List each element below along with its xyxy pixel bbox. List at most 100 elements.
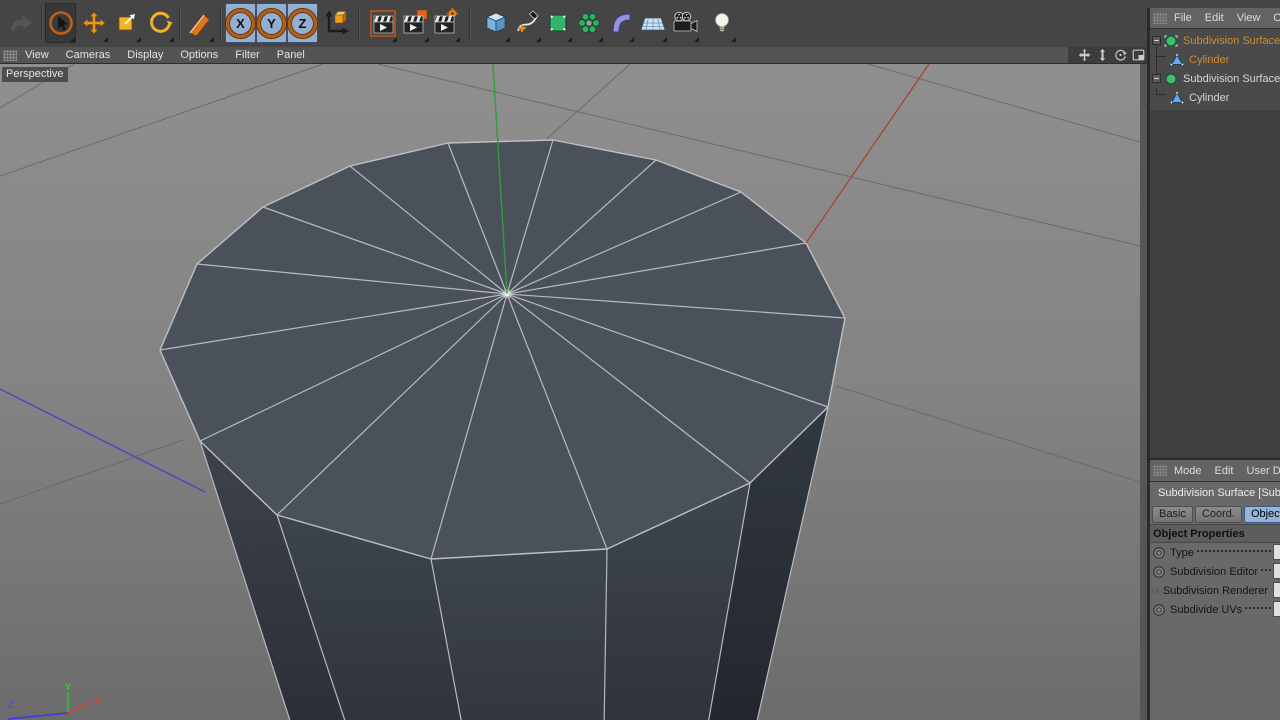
add-subdivision-surface-button[interactable] <box>542 3 573 43</box>
section-title: Object Properties <box>1153 527 1245 540</box>
property-row-subdivision-renderer[interactable]: Subdivision Renderer <box>1150 581 1280 600</box>
tree-row-cylinder-2[interactable]: Cylinder <box>1150 88 1280 107</box>
object-title: Subdivision Surface [Subdivision Surface… <box>1158 487 1280 499</box>
clipped-value-control[interactable] <box>1273 544 1280 560</box>
gizmo-y-label: Y <box>65 682 71 692</box>
clipped-value-control[interactable] <box>1273 563 1280 579</box>
keyframe-circle-icon[interactable] <box>1152 565 1166 579</box>
rotate-button[interactable] <box>144 3 175 43</box>
cylinder-icon <box>1170 53 1184 66</box>
property-row-subdivision-editor[interactable]: Subdivision Editor <box>1150 562 1280 581</box>
tree-row-subdivision-surface-1[interactable]: Subdivision Surface.1 <box>1150 31 1280 50</box>
tree-item-label: Cylinder <box>1189 53 1230 66</box>
attribute-tabs: Basic Coord. Object <box>1150 504 1280 524</box>
perspective-viewport[interactable]: Y X Z Perspective <box>0 64 1140 720</box>
grip-icon[interactable] <box>3 49 17 61</box>
add-cube-button[interactable] <box>480 3 511 43</box>
viewport-scene: Y X Z <box>0 64 1140 720</box>
cinema4d-window: X Y Z View Cameras Display Options Filte… <box>0 0 1280 720</box>
menu-filter[interactable]: Filter <box>235 49 259 61</box>
grip-icon[interactable] <box>1153 12 1167 24</box>
property-label: Subdivision Editor <box>1170 565 1259 578</box>
coordinate-system-icon <box>325 10 349 35</box>
add-spline-icon <box>516 10 539 32</box>
om-menu-objects[interactable]: Objects <box>1273 12 1280 24</box>
object-title-row: Subdivision Surface [Subdivision Surface… <box>1150 482 1280 504</box>
menu-options[interactable]: Options <box>180 49 218 61</box>
attribute-manager-menubar: Mode Edit User Data <box>1150 458 1280 482</box>
clipped-value-control[interactable] <box>1273 601 1280 617</box>
scale-button[interactable] <box>111 3 142 43</box>
object-manager-tree: Subdivision Surface.1 Cylinder Subdivisi… <box>1150 29 1280 110</box>
subdivision-surface-icon <box>1164 35 1178 46</box>
section-header[interactable]: Object Properties <box>1150 524 1280 543</box>
menu-view[interactable]: View <box>25 49 49 61</box>
menu-panel[interactable]: Panel <box>277 49 305 61</box>
lock-x-button[interactable]: X <box>225 3 256 43</box>
live-selection-button[interactable] <box>45 3 76 43</box>
collapse-icon[interactable] <box>1152 36 1161 45</box>
main-toolbar: X Y Z <box>0 0 1280 48</box>
keyframe-circle-icon[interactable] <box>1152 584 1159 598</box>
render-view-button[interactable] <box>367 3 398 43</box>
add-bend-button[interactable] <box>604 3 635 43</box>
collapse-icon[interactable] <box>1152 74 1161 83</box>
attribute-manager-body: Subdivision Surface [Subdivision Surface… <box>1150 482 1280 720</box>
dolly-icon[interactable] <box>1095 48 1110 62</box>
property-row-type[interactable]: Type <box>1150 543 1280 562</box>
attribute-manager: Mode Edit User Data Subdivision Surface … <box>1150 458 1280 720</box>
add-camera-button[interactable] <box>669 3 700 43</box>
toggle-view-icon[interactable] <box>1131 48 1146 62</box>
dotted-leader <box>1196 549 1271 552</box>
knife-icon <box>188 14 210 37</box>
gizmo-x-label: X <box>94 696 100 706</box>
tree-branch-connector <box>1156 50 1166 57</box>
menu-display[interactable]: Display <box>127 49 163 61</box>
am-menu-user-data[interactable]: User Data <box>1247 465 1280 477</box>
dotted-leader <box>1245 606 1271 609</box>
panel-resize-gutter[interactable] <box>1140 64 1147 720</box>
add-array-icon <box>577 13 600 33</box>
lock-z-button[interactable]: Z <box>287 3 318 43</box>
knife-button[interactable] <box>184 3 215 43</box>
right-panel: File Edit View Objects <box>1150 8 1280 720</box>
tree-row-subdivision-surface-2[interactable]: Subdivision Surface <box>1150 69 1280 88</box>
clipped-value-control[interactable] <box>1273 582 1280 598</box>
menu-cameras[interactable]: Cameras <box>66 49 111 61</box>
property-label: Subdivide UVs <box>1170 603 1243 616</box>
tree-row-cylinder-1[interactable]: Cylinder <box>1150 50 1280 69</box>
add-array-button[interactable] <box>573 3 604 43</box>
orbit-icon[interactable] <box>1113 48 1128 62</box>
am-menu-mode[interactable]: Mode <box>1174 465 1202 477</box>
tab-object[interactable]: Object <box>1243 505 1280 523</box>
keyframe-circle-icon[interactable] <box>1152 546 1166 560</box>
render-picture-viewer-button[interactable] <box>399 3 430 43</box>
render-picture-viewer-icon <box>403 9 427 34</box>
keyframe-circle-icon[interactable] <box>1152 603 1166 617</box>
coordinate-system-button[interactable] <box>319 3 350 43</box>
add-light-button[interactable] <box>706 3 737 43</box>
redo-button[interactable] <box>4 3 35 43</box>
move-icon <box>82 11 105 35</box>
add-camera-icon <box>673 11 697 33</box>
render-view-icon <box>369 10 396 37</box>
pan-icon[interactable] <box>1077 48 1092 62</box>
live-selection-icon <box>48 11 73 35</box>
tree-branch-connector <box>1156 88 1166 95</box>
add-floor-button[interactable] <box>637 3 668 43</box>
add-spline-button[interactable] <box>511 3 542 43</box>
grip-icon[interactable] <box>1153 465 1167 476</box>
tab-basic[interactable]: Basic <box>1152 505 1193 523</box>
move-button[interactable] <box>78 3 109 43</box>
view-label[interactable]: Perspective <box>2 67 69 82</box>
om-menu-view[interactable]: View <box>1237 12 1261 24</box>
redo-icon <box>10 15 32 31</box>
am-menu-edit[interactable]: Edit <box>1215 465 1234 477</box>
om-menu-edit[interactable]: Edit <box>1205 12 1224 24</box>
render-settings-button[interactable] <box>430 3 461 43</box>
lock-y-button[interactable]: Y <box>256 3 287 43</box>
property-row-subdivide-uvs[interactable]: Subdivide UVs <box>1150 600 1280 619</box>
add-subdivision-surface-icon <box>549 14 566 32</box>
om-menu-file[interactable]: File <box>1174 12 1192 24</box>
tab-coord[interactable]: Coord. <box>1194 505 1242 523</box>
